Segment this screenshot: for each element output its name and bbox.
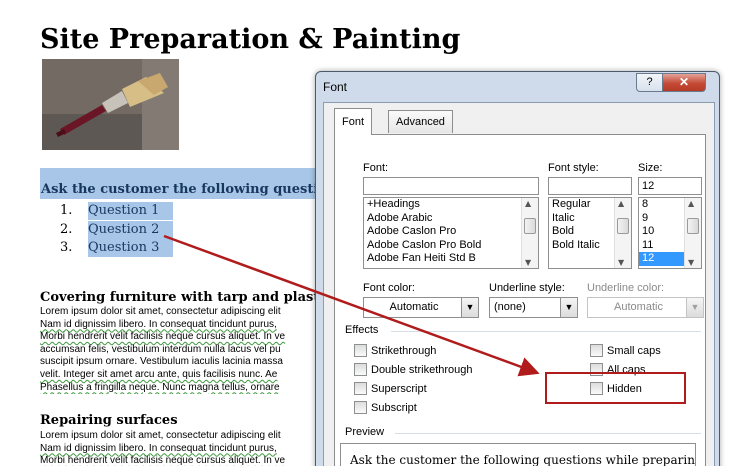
- list-item[interactable]: Adobe Caslon Pro Bold: [364, 239, 538, 253]
- font-style-label: Font style:: [548, 162, 599, 174]
- dialog-title: Font: [323, 80, 348, 94]
- help-button[interactable]: ?: [636, 73, 663, 92]
- size-list-scrollbar[interactable]: ▲ ▼: [684, 198, 701, 268]
- double-strikethrough-checkbox[interactable]: Double strikethrough: [354, 363, 473, 376]
- font-tab-panel: Font: +Headings Adobe Arabic Adobe Caslo…: [334, 134, 706, 466]
- list-item[interactable]: Adobe Caslon Pro: [364, 225, 538, 239]
- font-color-label: Font color:: [363, 282, 415, 294]
- section-paragraph: Lorem ipsum dolor sit amet, consectetur …: [40, 306, 286, 393]
- scroll-down-icon[interactable]: ▼: [618, 258, 624, 267]
- style-list-scrollbar[interactable]: ▲ ▼: [614, 198, 631, 268]
- font-color-dropdown[interactable]: Automatic ▼: [363, 297, 479, 318]
- tab-advanced[interactable]: Advanced: [388, 110, 453, 133]
- close-button[interactable]: ✕: [662, 73, 706, 92]
- tab-font[interactable]: Font: [334, 108, 373, 135]
- scroll-up-icon[interactable]: ▲: [688, 199, 694, 208]
- selection-band: [40, 168, 315, 181]
- ask-customer-line[interactable]: Ask the customer the following question: [40, 181, 315, 199]
- section-heading-covering-furniture: Covering furniture with tarp and plastic: [40, 290, 315, 305]
- underline-style-dropdown[interactable]: (none) ▼: [489, 297, 578, 318]
- list-item[interactable]: +Headings: [364, 198, 538, 212]
- scroll-thumb[interactable]: [687, 218, 699, 234]
- underline-style-label: Underline style:: [489, 282, 565, 294]
- scroll-thumb[interactable]: [524, 218, 536, 234]
- font-name-input[interactable]: [363, 177, 539, 195]
- preview-box: Ask the customer the following questions…: [340, 443, 696, 466]
- scroll-down-icon[interactable]: ▼: [525, 258, 531, 267]
- scroll-up-icon[interactable]: ▲: [618, 199, 624, 208]
- effects-divider: [391, 331, 701, 332]
- font-name-list[interactable]: +Headings Adobe Arabic Adobe Caslon Pro …: [363, 197, 539, 269]
- underline-color-dropdown: Automatic ▼: [587, 297, 704, 318]
- scroll-down-icon[interactable]: ▼: [688, 258, 694, 267]
- dialog-client: Font Advanced Font: +Headings Adobe Arab…: [323, 102, 715, 466]
- preview-divider: [395, 433, 701, 434]
- hidden-highlight-box: [545, 372, 686, 404]
- list-item[interactable]: 2. Question 2: [60, 220, 174, 240]
- underline-color-label: Underline color:: [587, 282, 665, 294]
- font-label: Font:: [363, 162, 389, 174]
- font-list-scrollbar[interactable]: ▲ ▼: [521, 198, 538, 268]
- section-paragraph: Lorem ipsum dolor sit amet, consectetur …: [40, 430, 286, 466]
- effects-label: Effects: [345, 324, 379, 336]
- small-caps-checkbox[interactable]: Small caps: [590, 344, 661, 357]
- scroll-up-icon[interactable]: ▲: [525, 199, 531, 208]
- preview-text: Ask the customer the following questions…: [350, 453, 696, 466]
- question-list: 1. Question 1 2. Question 2 3. Question 3: [60, 202, 174, 258]
- font-dialog: Font ? ✕ Font Advanced Font: +Headings A…: [315, 71, 720, 466]
- list-item[interactable]: Adobe Fan Heiti Std B: [364, 252, 538, 266]
- size-label: Size:: [638, 162, 663, 174]
- list-item[interactable]: 1. Question 1: [60, 202, 174, 221]
- document-scrollbar-area: [720, 0, 742, 466]
- checkbox-box[interactable]: [354, 363, 367, 376]
- superscript-checkbox[interactable]: Superscript: [354, 382, 427, 395]
- strikethrough-checkbox[interactable]: Strikethrough: [354, 344, 436, 357]
- list-item[interactable]: Adobe Arabic: [364, 212, 538, 226]
- paintbrush-image: [42, 59, 179, 150]
- font-style-list[interactable]: Regular Italic Bold Bold Italic ▲ ▼: [548, 197, 632, 269]
- preview-label: Preview: [345, 426, 385, 438]
- section-heading-repairing-surfaces: Repairing surfaces: [40, 413, 178, 428]
- chevron-down-icon: ▼: [686, 298, 703, 317]
- checkbox-box[interactable]: [354, 382, 367, 395]
- font-style-input[interactable]: [548, 177, 632, 195]
- chevron-down-icon[interactable]: ▼: [560, 298, 577, 317]
- chevron-down-icon[interactable]: ▼: [461, 298, 478, 317]
- size-input[interactable]: 12: [638, 177, 702, 195]
- document-title: Site Preparation & Painting: [40, 24, 461, 55]
- size-list[interactable]: 8 9 10 11 12 ▲ ▼: [638, 197, 702, 269]
- checkbox-box[interactable]: [354, 401, 367, 414]
- checkbox-box[interactable]: [354, 344, 367, 357]
- checkbox-box[interactable]: [590, 344, 603, 357]
- scroll-thumb[interactable]: [617, 218, 629, 234]
- subscript-checkbox[interactable]: Subscript: [354, 401, 417, 414]
- list-item[interactable]: 3. Question 3: [60, 239, 174, 258]
